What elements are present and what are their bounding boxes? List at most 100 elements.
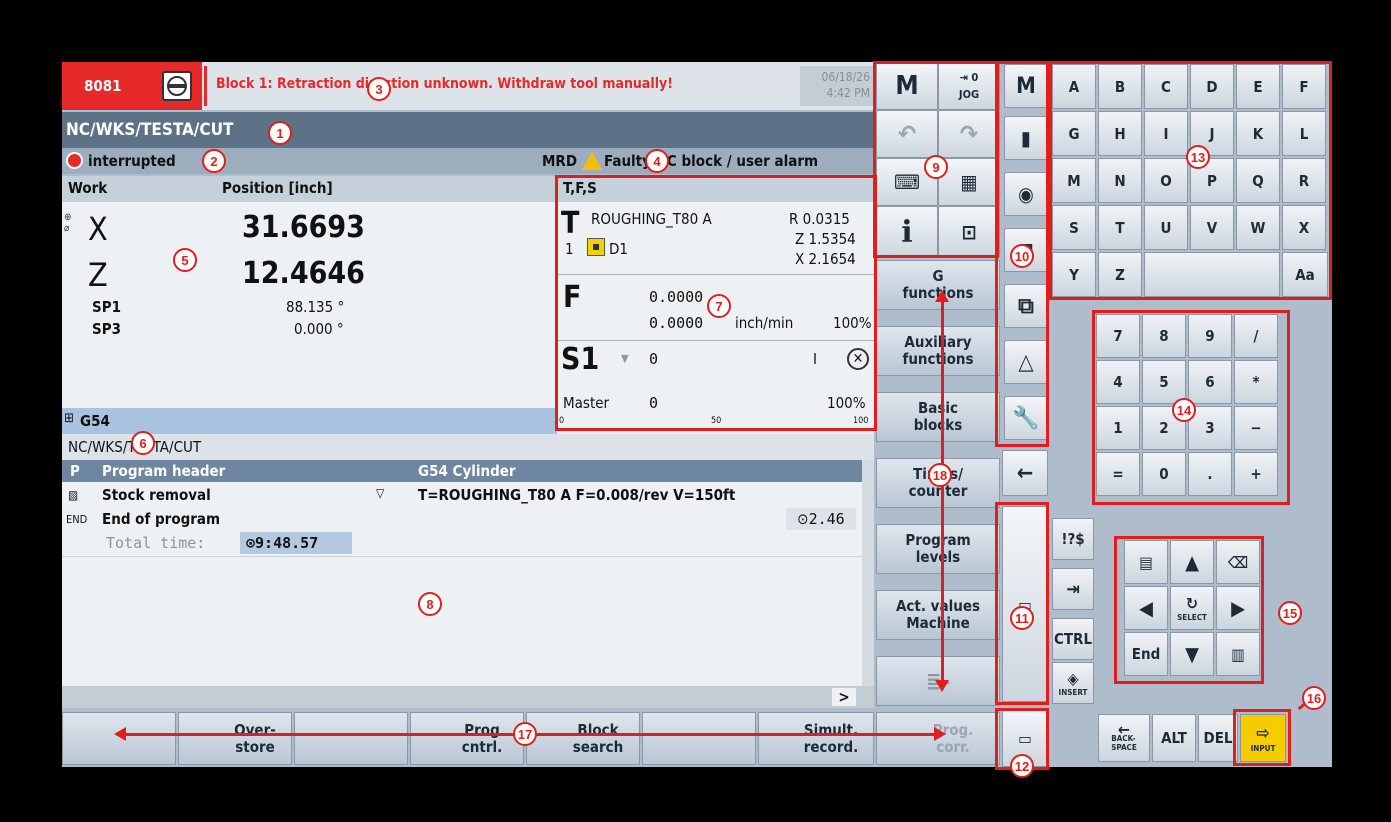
vsk-g-functions[interactable]: G functions bbox=[876, 260, 1000, 310]
callout-7: 7 bbox=[707, 294, 731, 318]
numkey-14[interactable]: . bbox=[1188, 452, 1232, 496]
vsk-program-levels[interactable]: Program levels bbox=[876, 524, 1000, 574]
key-k[interactable]: K bbox=[1236, 111, 1280, 156]
vsk-aux-functions[interactable]: Auxiliary functions bbox=[876, 326, 1000, 376]
info-key[interactable]: i bbox=[876, 206, 938, 258]
hsk-prog-cntrl[interactable]: Prog cntrl. bbox=[410, 712, 524, 765]
numkey-3[interactable]: / bbox=[1234, 314, 1278, 358]
numkey-7[interactable]: * bbox=[1234, 360, 1278, 404]
vsk-basic-blocks[interactable]: Basic blocks bbox=[876, 392, 1000, 442]
area-machine-key[interactable]: M bbox=[1004, 64, 1048, 108]
back-arrow-key[interactable]: ← bbox=[1002, 450, 1048, 496]
area-alarm-key[interactable]: △ bbox=[1004, 340, 1048, 384]
key-u[interactable]: U bbox=[1144, 205, 1188, 250]
key-o[interactable]: O bbox=[1144, 158, 1188, 203]
del-key[interactable]: DEL bbox=[1198, 714, 1238, 762]
numkey-4[interactable]: 4 bbox=[1096, 360, 1140, 404]
numkey-8[interactable]: 1 bbox=[1096, 406, 1140, 450]
numkey-15[interactable]: + bbox=[1234, 452, 1278, 496]
up-key[interactable]: ▲ bbox=[1170, 540, 1214, 584]
key-x[interactable]: X bbox=[1282, 205, 1326, 250]
key-n[interactable]: N bbox=[1098, 158, 1142, 203]
axis-z-name: Z bbox=[88, 256, 108, 294]
numkey-1[interactable]: 8 bbox=[1142, 314, 1186, 358]
program-scrollbar[interactable] bbox=[862, 460, 874, 686]
spindle-select[interactable]: S1 bbox=[561, 342, 599, 377]
right-key[interactable]: ▶ bbox=[1216, 586, 1260, 630]
numkey-5[interactable]: 5 bbox=[1142, 360, 1186, 404]
program-row-stock[interactable]: ▨ Stock removal T=ROUGHING_T80 A F=0.008… bbox=[62, 484, 862, 506]
program-hscroll[interactable] bbox=[62, 686, 874, 708]
key-e[interactable]: E bbox=[1236, 64, 1280, 109]
key-b[interactable]: B bbox=[1098, 64, 1142, 109]
key-f[interactable]: F bbox=[1282, 64, 1326, 109]
key-h[interactable]: H bbox=[1098, 111, 1142, 156]
alarm-message: Block 1: Retraction direction unknown. W… bbox=[216, 76, 673, 92]
spindle-sp3-value: 0.000 ° bbox=[294, 320, 344, 338]
callout-11: 11 bbox=[1010, 606, 1034, 630]
insert-key[interactable]: ◈ INSERT bbox=[1052, 662, 1094, 704]
key-g[interactable]: G bbox=[1052, 111, 1096, 156]
key-w[interactable]: W bbox=[1236, 205, 1280, 250]
area-parameter-key[interactable]: ▮ bbox=[1004, 116, 1048, 160]
alt-key[interactable]: ALT bbox=[1152, 714, 1196, 762]
redo-key[interactable]: ↷ bbox=[938, 110, 1000, 158]
numkey-13[interactable]: 0 bbox=[1142, 452, 1186, 496]
tab-key[interactable]: ⇥ bbox=[1052, 568, 1094, 610]
hsk-block-search[interactable]: Block search bbox=[526, 712, 640, 765]
area-program-key[interactable]: ◉ bbox=[1004, 172, 1048, 216]
down-key[interactable]: ▼ bbox=[1170, 632, 1214, 676]
numkey-6[interactable]: 6 bbox=[1188, 360, 1232, 404]
spindle-dropdown-icon[interactable]: ▼ bbox=[621, 352, 629, 365]
program-row-end[interactable]: END End of program bbox=[62, 508, 862, 530]
select-key[interactable]: ↻ SELECT bbox=[1170, 586, 1214, 630]
key-q[interactable]: Q bbox=[1236, 158, 1280, 203]
numkey-12[interactable]: = bbox=[1096, 452, 1140, 496]
backspace-key[interactable]: ← BACK- SPACE bbox=[1098, 714, 1150, 762]
hsk-3[interactable] bbox=[294, 712, 408, 765]
key-c[interactable]: C bbox=[1144, 64, 1188, 109]
case-toggle-key[interactable]: Aa bbox=[1282, 252, 1328, 297]
key-l[interactable]: L bbox=[1282, 111, 1326, 156]
undo-key[interactable]: ↶ bbox=[876, 110, 938, 158]
key-t[interactable]: T bbox=[1098, 205, 1142, 250]
page-up-key[interactable]: ▤ bbox=[1124, 540, 1168, 584]
key-d[interactable]: D bbox=[1190, 64, 1234, 109]
hsk-6[interactable] bbox=[642, 712, 756, 765]
hsk-overstore[interactable]: Over- store bbox=[178, 712, 292, 765]
key-m[interactable]: M bbox=[1052, 158, 1096, 203]
machine-key[interactable]: M bbox=[876, 62, 938, 110]
program-row-header[interactable]: P Program header G54 Cylinder bbox=[62, 460, 862, 482]
page-down-key[interactable]: ▥ bbox=[1216, 632, 1260, 676]
horizontal-softkey-toggle[interactable]: ▭ bbox=[1002, 506, 1048, 702]
alarm-bar: 8081 Block 1: Retraction direction unkno… bbox=[62, 62, 874, 110]
numkey-2[interactable]: 9 bbox=[1188, 314, 1232, 358]
area-diagnostics-key[interactable]: ⧉ bbox=[1004, 284, 1048, 328]
end-key[interactable]: End bbox=[1124, 632, 1168, 676]
stock-expand-icon[interactable]: ▽ bbox=[376, 486, 384, 500]
backspace-alt-key[interactable]: ⌫ bbox=[1216, 540, 1260, 584]
key-z[interactable]: Z bbox=[1098, 252, 1142, 297]
special-chars-key[interactable]: !?$ bbox=[1052, 518, 1094, 560]
key-r[interactable]: R bbox=[1282, 158, 1326, 203]
numkey-0[interactable]: 7 bbox=[1096, 314, 1140, 358]
camera-key[interactable]: ⊡ bbox=[938, 206, 1000, 258]
jog-key[interactable]: ⇥ 0 JOG bbox=[938, 62, 1000, 110]
ctrl-key[interactable]: CTRL bbox=[1052, 618, 1094, 660]
spindle-sp1-name: SP1 bbox=[92, 298, 121, 316]
scroll-right-button[interactable]: > bbox=[832, 688, 856, 706]
key-y[interactable]: Y bbox=[1052, 252, 1096, 297]
status-warning: Faulty NC block / user alarm bbox=[604, 152, 819, 170]
tfs-title: T,F,S bbox=[563, 179, 597, 197]
key-i[interactable]: I bbox=[1144, 111, 1188, 156]
numkey-11[interactable]: − bbox=[1234, 406, 1278, 450]
key-s[interactable]: S bbox=[1052, 205, 1096, 250]
key-space[interactable] bbox=[1144, 252, 1280, 297]
input-key[interactable]: ⇨ INPUT bbox=[1240, 714, 1286, 762]
hsk-simult-record[interactable]: Simult. record. bbox=[758, 712, 874, 765]
key-a[interactable]: A bbox=[1052, 64, 1096, 109]
area-setup-key[interactable]: 🔧 bbox=[1004, 396, 1048, 440]
vsk-act-values[interactable]: Act. values Machine bbox=[876, 590, 1000, 640]
left-key[interactable]: ◀ bbox=[1124, 586, 1168, 630]
key-v[interactable]: V bbox=[1190, 205, 1234, 250]
